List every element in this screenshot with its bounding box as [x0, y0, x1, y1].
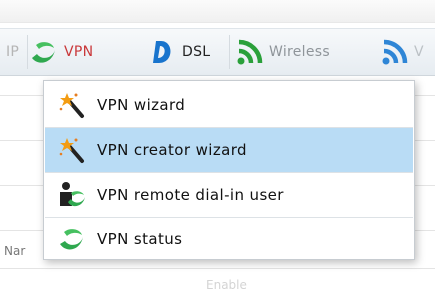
tab-separator	[229, 35, 230, 69]
page-header-strip	[0, 0, 435, 22]
menu-item-vpn-remote-dial-in-user[interactable]: VPN remote dial-in user	[45, 173, 413, 217]
tab-dsl-label: DSL	[182, 44, 211, 60]
dsl-icon	[153, 41, 171, 63]
wifi-icon	[382, 39, 408, 65]
column-header-fragment: Nar	[4, 244, 26, 258]
menu-item-vpn-creator-wizard[interactable]: VPN creator wizard	[45, 128, 413, 172]
menu-item-vpn-status[interactable]: VPN status	[45, 217, 413, 261]
tab-wireless-label: Wireless	[269, 44, 330, 60]
tab-ip-label: IP	[6, 44, 20, 60]
tab-vpn-label: VPN	[64, 44, 94, 60]
menu-item-label: VPN wizard	[97, 96, 186, 114]
divider	[0, 22, 435, 23]
faded-label: Enable	[206, 278, 247, 292]
tab-ip[interactable]: IP	[6, 29, 19, 75]
main-menubar: IP VPN DSL Wireless V	[0, 28, 435, 76]
tab-vpn[interactable]: VPN	[28, 29, 138, 75]
menu-item-label: VPN remote dial-in user	[97, 186, 284, 204]
menu-item-label: VPN status	[97, 230, 183, 248]
user-vpn-icon	[60, 182, 85, 207]
vpn-dropdown-menu: VPN wizard VPN creator wizard VPN remote…	[43, 80, 415, 260]
divider	[0, 268, 435, 269]
magic-wand-icon	[59, 93, 84, 118]
menu-item-label: VPN creator wizard	[97, 141, 247, 159]
tab-more-label: V	[414, 44, 424, 60]
menu-item-vpn-wizard[interactable]: VPN wizard	[45, 83, 413, 127]
tab-more[interactable]: V	[380, 29, 424, 75]
magic-wand-icon	[59, 138, 84, 163]
vpn-icon	[60, 229, 83, 250]
tab-dsl[interactable]: DSL	[148, 29, 210, 75]
wireless-icon	[237, 39, 263, 65]
vpn-icon	[32, 42, 55, 63]
tab-wireless[interactable]: Wireless	[235, 29, 330, 75]
